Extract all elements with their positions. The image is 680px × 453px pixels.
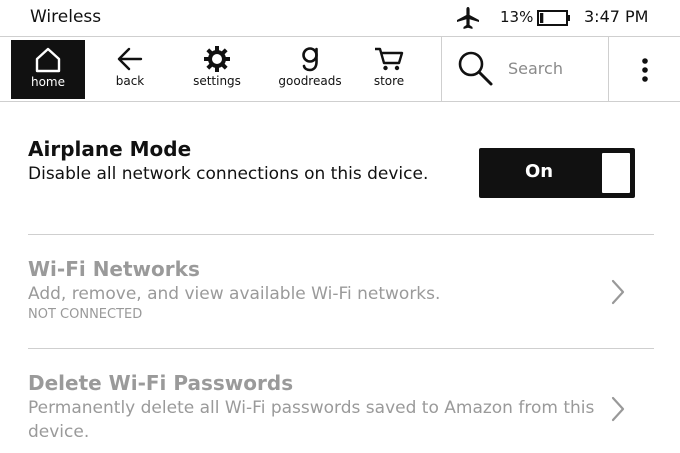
more-vertical-icon — [642, 58, 648, 82]
airplane-icon — [457, 7, 479, 29]
wifi-connection-status: NOT CONNECTED — [28, 307, 143, 322]
settings-label: settings — [193, 74, 241, 88]
battery-icon — [537, 10, 570, 26]
home-label: home — [30, 75, 66, 89]
goodreads-button[interactable]: goodreads — [270, 39, 350, 99]
divider — [28, 348, 654, 349]
status-bar: Wireless 13% 3:47 PM — [0, 0, 680, 36]
chevron-right-icon — [611, 396, 625, 422]
chevron-right-icon — [611, 279, 625, 305]
toolbar-divider — [608, 37, 609, 101]
delete-passwords-title: Delete Wi-Fi Passwords — [28, 371, 294, 395]
home-button[interactable]: home — [11, 40, 85, 99]
more-menu-button[interactable] — [610, 37, 680, 101]
store-button[interactable]: store — [360, 39, 418, 99]
settings-button[interactable]: settings — [182, 39, 252, 99]
cart-icon — [375, 47, 404, 71]
airplane-mode-toggle[interactable]: On — [479, 148, 635, 198]
search-placeholder: Search — [508, 59, 563, 78]
page-title: Wireless — [30, 7, 102, 27]
delete-passwords-description: Permanently delete all Wi-Fi passwords s… — [28, 398, 595, 442]
search-icon — [458, 51, 493, 86]
search-field[interactable]: Search — [442, 37, 608, 101]
home-icon — [35, 47, 61, 73]
back-label: back — [115, 74, 145, 88]
toggle-knob — [602, 153, 630, 193]
wifi-networks-title: Wi-Fi Networks — [28, 257, 200, 281]
wifi-networks-description: Add, remove, and view available Wi-Fi ne… — [28, 284, 441, 304]
toggle-state-label: On — [525, 161, 554, 182]
clock: 3:47 PM — [584, 7, 649, 26]
back-button[interactable]: back — [100, 39, 160, 99]
toolbar: home back settings goodreads store Searc… — [0, 36, 680, 102]
gear-icon — [204, 46, 230, 72]
airplane-mode-description: Disable all network connections on this … — [28, 164, 429, 184]
divider — [28, 234, 654, 235]
delete-wifi-passwords-setting[interactable]: Delete Wi-Fi Passwords Permanently delet… — [28, 370, 654, 444]
goodreads-icon — [302, 47, 318, 72]
battery-percent: 13% — [500, 8, 534, 26]
goodreads-label: goodreads — [278, 74, 342, 88]
store-label: store — [373, 74, 405, 88]
back-arrow-icon — [117, 47, 143, 71]
wifi-networks-setting[interactable]: Wi-Fi Networks Add, remove, and view ava… — [28, 256, 654, 324]
